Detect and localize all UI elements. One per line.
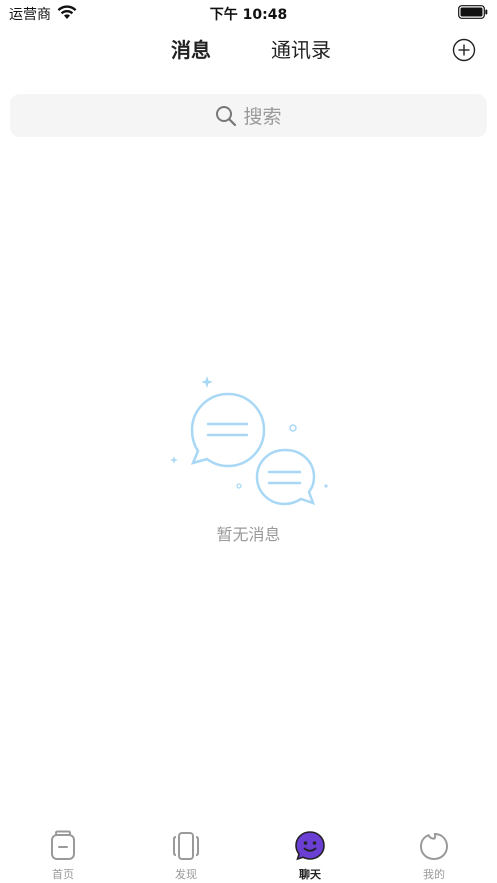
tabbar-item-discover[interactable]: 发现 <box>141 830 231 882</box>
tabbar-item-mine[interactable]: 我的 <box>389 830 479 882</box>
sparkle-icon <box>170 456 178 464</box>
profile-icon <box>419 832 449 861</box>
tab-messages[interactable]: 消息 <box>171 34 211 63</box>
chat-bubbles-illustration <box>170 376 328 506</box>
tabbar-label-mine: 我的 <box>423 868 445 881</box>
search-input[interactable]: 搜索 <box>10 94 487 137</box>
chat-icon <box>295 831 325 861</box>
plus-circle-icon[interactable] <box>452 38 476 62</box>
tab-contacts[interactable]: 通讯录 <box>271 34 331 63</box>
dot-icon <box>236 483 242 489</box>
discover-icon <box>173 832 199 860</box>
big-bubble-icon <box>190 392 266 468</box>
search-icon <box>216 105 237 126</box>
tabbar-label-chat: 聊天 <box>299 868 321 881</box>
sparkle-icon <box>201 376 213 388</box>
search-placeholder: 搜索 <box>243 106 282 128</box>
search-inner: 搜索 <box>10 94 487 137</box>
header: 消息 通讯录 <box>0 30 497 66</box>
status-time: 下午 10:48 <box>209 7 288 23</box>
tabbar-label-discover: 发现 <box>175 868 197 881</box>
dot-icon <box>324 484 328 488</box>
status-bar: 运营商 下午 10:48 <box>0 0 497 26</box>
tabbar-item-home[interactable]: 首页 <box>18 830 108 882</box>
empty-state-text: 暂无消息 <box>216 525 281 544</box>
bottom-tab-bar: 首页 发现 聊天 我的 <box>0 820 497 883</box>
dot-icon <box>289 424 297 432</box>
small-bubble-icon <box>255 448 316 506</box>
tabbar-item-chat[interactable]: 聊天 <box>265 830 355 882</box>
home-icon <box>51 830 75 860</box>
battery-icon <box>458 5 488 19</box>
tabbar-label-home: 首页 <box>52 868 74 881</box>
